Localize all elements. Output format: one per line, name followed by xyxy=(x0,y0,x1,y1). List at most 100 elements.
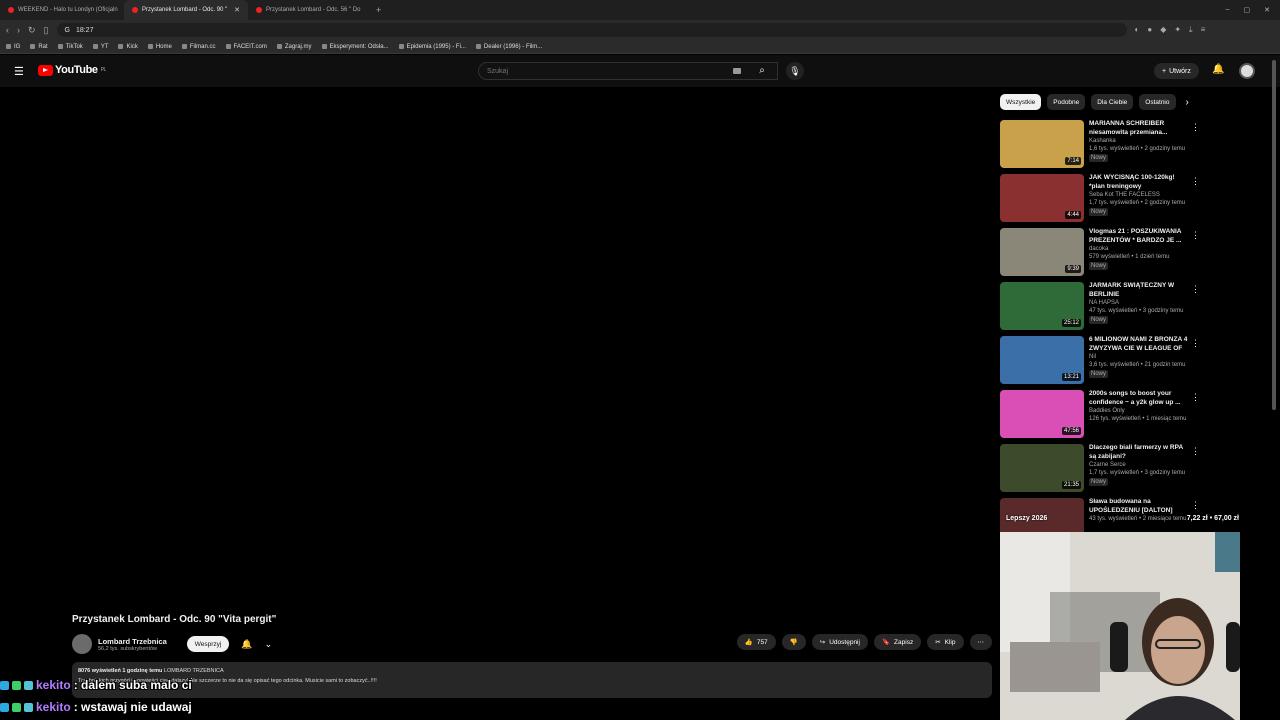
chat-username: kekito xyxy=(36,700,71,714)
recommendation-channel[interactable]: Seba Kot THE FACELESS xyxy=(1089,191,1189,199)
recommendation-channel[interactable]: Baddies Only xyxy=(1089,407,1189,415)
recommendation-item[interactable]: 47:56 2000s songs to boost your confidenc… xyxy=(1000,390,1200,444)
menu-icon[interactable]: ≡ xyxy=(1201,25,1206,35)
video-thumbnail[interactable]: 4:44 xyxy=(1000,174,1084,222)
close-window-icon[interactable]: ✕ xyxy=(1264,6,1270,14)
browser-tab[interactable]: WEEKEND - Halo tu Londyn (Oficjaln xyxy=(0,0,124,20)
recommendation-channel[interactable]: Czarne Serce xyxy=(1089,461,1189,469)
search-icon[interactable]: ⌕ xyxy=(752,62,772,80)
video-title: Przystanek Lombard - Odc. 90 "Vita pergi… xyxy=(72,614,277,625)
video-thumbnail[interactable]: 47:56 xyxy=(1000,390,1084,438)
recommendation-item[interactable]: 7:14 MARIANNA SCHREIBER niesamowita przem… xyxy=(1000,120,1200,174)
recommendation-title[interactable]: JAK WYCISNĄĆ 100-120kg! *plan treningowy xyxy=(1089,174,1189,191)
bookmark-item[interactable]: Home xyxy=(147,44,172,50)
channel-avatar[interactable] xyxy=(72,634,92,654)
recommendation-item[interactable]: 9:39 Vlogmas 21 : POSZUKIWANIA PREZENTÓW … xyxy=(1000,228,1200,282)
recommendation-item[interactable]: 13:21 6 MILIONOW NAMI Z BRONZA 4 ZWYZYWA … xyxy=(1000,336,1200,390)
keyboard-icon[interactable] xyxy=(733,68,741,74)
more-vertical-icon[interactable]: ⋮ xyxy=(1191,338,1200,349)
recommendation-channel[interactable]: dacoka xyxy=(1089,245,1189,253)
more-vertical-icon[interactable]: ⋮ xyxy=(1191,392,1200,403)
bookmark-item[interactable]: TikTok xyxy=(57,44,83,50)
account-avatar[interactable] xyxy=(1239,63,1255,79)
bookmark-item[interactable]: Filman.cc xyxy=(181,44,216,50)
browser-tab[interactable]: Przystanek Lombard - Odc. 56 " Do xyxy=(248,0,372,20)
video-thumbnail[interactable]: 9:39 xyxy=(1000,228,1084,276)
create-button[interactable]: + Utwórz xyxy=(1154,63,1199,79)
chip-all[interactable]: Wszystkie xyxy=(1000,94,1042,110)
microphone-icon[interactable]: 🎙 xyxy=(786,62,804,80)
more-vertical-icon[interactable]: ⋮ xyxy=(1191,284,1200,295)
bookmark-item[interactable]: Zagraj.my xyxy=(276,44,312,50)
more-vertical-icon[interactable]: ⋮ xyxy=(1191,446,1200,457)
more-vertical-icon[interactable]: ⋮ xyxy=(1191,500,1200,511)
channel-name[interactable]: Lombard Trzebnica xyxy=(98,637,167,646)
recommendation-title[interactable]: Dlaczego biali farmerzy w RPA są zabijan… xyxy=(1089,444,1189,461)
chip-recent[interactable]: Ostatnio xyxy=(1139,94,1176,110)
more-vertical-icon[interactable]: ⋮ xyxy=(1191,176,1200,187)
maximize-icon[interactable]: ▢ xyxy=(1244,6,1251,14)
recommendation-channel[interactable]: NA HAPSA xyxy=(1089,299,1189,307)
chip-related[interactable]: Podobne xyxy=(1047,94,1086,110)
video-thumbnail[interactable]: 13:21 xyxy=(1000,336,1084,384)
goal-amount: 7,22 zł • 67,00 zł xyxy=(1186,514,1239,522)
extension-icon[interactable]: ◐ xyxy=(1135,25,1140,35)
page-scrollbar[interactable] xyxy=(1272,60,1276,410)
recommendation-title[interactable]: 2000s songs to boost your confidence ~ a… xyxy=(1089,390,1189,407)
address-input[interactable]: G 18:27 xyxy=(56,23,1127,37)
extension-icon[interactable]: ◆ xyxy=(1160,25,1166,35)
save-button[interactable]: 🔖 Zapisz xyxy=(873,634,922,650)
recommendation-channel[interactable]: Nil xyxy=(1089,353,1189,361)
recommendation-channel[interactable]: Kashanka xyxy=(1089,137,1189,145)
video-thumbnail[interactable]: 21:35 xyxy=(1000,444,1084,492)
more-vertical-icon[interactable]: ⋮ xyxy=(1191,122,1200,133)
download-icon[interactable]: ⤓ xyxy=(1189,25,1193,35)
browser-tab-active[interactable]: Przystanek Lombard - Odc. 90 " ✕ xyxy=(124,0,248,20)
chevron-right-icon[interactable]: › xyxy=(1186,97,1189,108)
close-tab-icon[interactable]: ✕ xyxy=(234,6,240,14)
more-vertical-icon[interactable]: ⋮ xyxy=(1191,230,1200,241)
site-info-icon[interactable]: G xyxy=(65,27,70,34)
new-badge: Nowy xyxy=(1089,478,1109,486)
clip-button[interactable]: ✂ Klip xyxy=(927,634,964,650)
new-tab-icon[interactable]: + xyxy=(376,5,381,15)
bookmark-item[interactable]: IG xyxy=(6,44,20,50)
bookmark-page-icon[interactable]: ▯ xyxy=(44,25,49,36)
bookmark-item[interactable]: Eksperyment: Odsła... xyxy=(321,44,389,50)
notification-bell-icon[interactable]: 🔔 xyxy=(241,639,252,650)
bookmark-item[interactable]: Kick xyxy=(118,44,138,50)
recommendation-title[interactable]: JARMARK ŚWIĄTECZNY W BERLINIE xyxy=(1089,282,1189,299)
forward-icon[interactable]: › xyxy=(17,25,20,35)
video-thumbnail[interactable]: 7:14 xyxy=(1000,120,1084,168)
bookmark-item[interactable]: YT xyxy=(92,44,108,50)
support-button[interactable]: Wesprzyj xyxy=(186,636,230,652)
extension-icon[interactable]: ● xyxy=(1147,25,1152,35)
bookmark-item[interactable]: FACEIT.com xyxy=(225,44,267,50)
dislike-button[interactable]: 👎 xyxy=(781,634,806,650)
bookmark-item[interactable]: Rat xyxy=(30,44,48,50)
search-input[interactable]: Szukaj xyxy=(478,62,778,80)
recommendation-item[interactable]: 4:44 JAK WYCISNĄĆ 100-120kg! *plan trenin… xyxy=(1000,174,1200,228)
chip-for-you[interactable]: Dla Ciebie xyxy=(1091,94,1134,110)
like-button[interactable]: 👍 757 xyxy=(736,634,776,650)
thumbs-up-icon: 👍 xyxy=(744,639,753,646)
recommendation-item[interactable]: 21:35 Dlaczego biali farmerzy w RPA są za… xyxy=(1000,444,1200,498)
bookmark-item[interactable]: Dealer (1996) - Film... xyxy=(475,44,542,50)
puzzle-icon[interactable]: ✦ xyxy=(1174,25,1181,35)
hamburger-menu-icon[interactable]: ☰ xyxy=(14,65,24,78)
notifications-bell-icon[interactable]: 🔔 xyxy=(1212,64,1224,75)
video-player[interactable] xyxy=(0,87,995,612)
youtube-logo[interactable]: YouTube PL xyxy=(38,64,106,76)
recommendation-title[interactable]: Vlogmas 21 : POSZUKIWANIA PREZENTÓW * BA… xyxy=(1089,228,1189,245)
more-actions-button[interactable]: ⋯ xyxy=(969,634,992,650)
bookmark-item[interactable]: Epidemia (1995) - Fi... xyxy=(398,44,466,50)
chevron-down-icon[interactable]: ⌄ xyxy=(265,639,273,650)
back-icon[interactable]: ‹ xyxy=(6,25,9,35)
recommendation-title[interactable]: MARIANNA SCHREIBER niesamowita przemiana… xyxy=(1089,120,1189,137)
share-button[interactable]: ↪ Udostępnij xyxy=(811,634,868,650)
recommendation-item[interactable]: 25:12 JARMARK ŚWIĄTECZNY W BERLINIE NA HAP… xyxy=(1000,282,1200,336)
video-thumbnail[interactable]: 25:12 xyxy=(1000,282,1084,330)
recommendation-title[interactable]: 6 MILIONOW NAMI Z BRONZA 4 ZWYZYWA CIE W… xyxy=(1089,336,1189,353)
reload-icon[interactable]: ↻ xyxy=(28,25,36,36)
minimize-icon[interactable]: – xyxy=(1226,6,1230,14)
